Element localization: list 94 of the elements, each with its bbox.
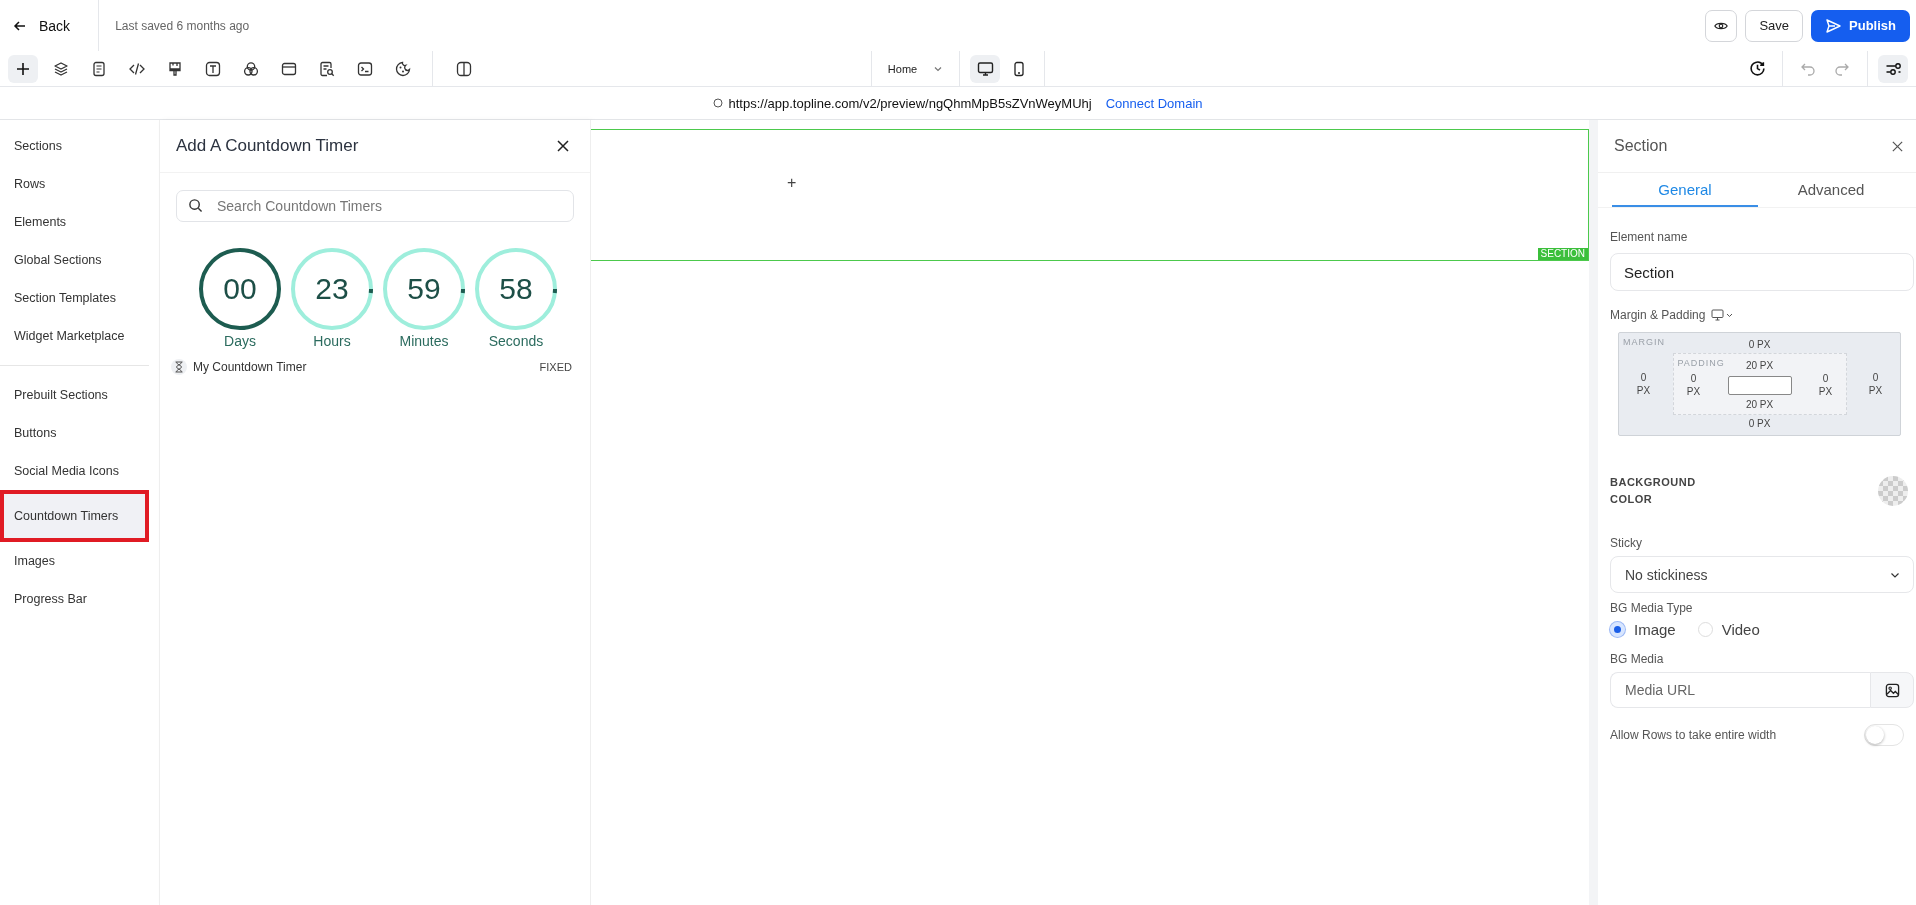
toggle-label: Allow Rows to take entire width (1610, 728, 1777, 742)
close-icon (556, 139, 570, 153)
clock-icon (1748, 60, 1766, 77)
sidebar-item[interactable]: Buttons (0, 414, 159, 452)
margin-left-value[interactable]: 0 (1640, 372, 1647, 383)
columns-icon (456, 60, 472, 77)
window-icon (281, 60, 297, 77)
sidebar-item[interactable]: Elements (0, 203, 159, 241)
panel-tab[interactable]: General (1612, 173, 1758, 207)
sidebar-item[interactable]: Images (0, 542, 159, 580)
sidebar-item[interactable]: Prebuilt Sections (0, 376, 159, 414)
margin-label: MARGIN (1623, 337, 1665, 347)
section-tag: SECTION (1537, 248, 1588, 260)
timer-name[interactable]: My Countdown Timer (193, 360, 534, 374)
document-search-icon (319, 60, 335, 77)
last-saved-text: Last saved 6 months ago (115, 18, 250, 33)
plus-icon (15, 60, 31, 77)
padding-right-value[interactable]: 0 (1822, 373, 1829, 384)
layers-icon (53, 60, 69, 77)
sidebar-item[interactable]: Global Sections (0, 241, 159, 279)
search-field[interactable]: Search Countdown Timers (176, 190, 574, 222)
image-picker-button[interactable] (1870, 672, 1914, 708)
document-icon (91, 60, 107, 77)
media-url-field[interactable]: Media URL (1610, 672, 1870, 708)
timer-unit-label: Seconds (488, 333, 544, 349)
desktop-icon (976, 60, 994, 77)
sidebar-item[interactable]: Section Templates (0, 279, 159, 317)
save-button[interactable]: Save (1745, 9, 1804, 42)
sidebar-item[interactable]: Progress Bar (0, 580, 159, 618)
timer-value: 59 (407, 272, 441, 306)
desktop-view-button[interactable] (970, 54, 1001, 83)
preview-button[interactable] (1705, 9, 1738, 42)
timer-type: FIXED (539, 361, 572, 373)
panel-tab[interactable]: Advanced (1758, 173, 1904, 207)
cookie-icon (395, 60, 411, 77)
full-width-toggle[interactable] (1864, 724, 1904, 746)
sidebar-item[interactable]: Sections (0, 127, 159, 165)
timer-value: 00 (223, 272, 257, 306)
timer-value: 58 (499, 272, 533, 306)
field-label: Element name (1610, 230, 1689, 244)
field-label: BG Media Type (1610, 601, 1694, 615)
element-name-field[interactable]: Section (1610, 253, 1914, 291)
padding-label: PADDING (1677, 358, 1725, 368)
padding-left-value[interactable]: 0 (1690, 373, 1697, 384)
page-dropdown[interactable]: Home (879, 62, 952, 75)
add-row-button[interactable]: + (787, 174, 797, 192)
publish-button[interactable]: Publish (1811, 9, 1910, 42)
circles-icon (243, 60, 259, 77)
connect-domain-link[interactable]: Connect Domain (1105, 95, 1203, 111)
text-icon (205, 60, 221, 77)
margin-top-value[interactable]: 0 PX (1748, 339, 1771, 350)
sticky-dropdown[interactable]: No stickiness (1610, 556, 1914, 593)
margin-bottom-value[interactable]: 0 PX (1748, 418, 1771, 429)
media-type-radio[interactable]: Image (1610, 621, 1676, 638)
unit-label: PX (1868, 385, 1883, 396)
margin-right-value[interactable]: 0 (1872, 372, 1879, 383)
sliders-icon (1884, 60, 1902, 77)
field-label: BG Media (1610, 652, 1665, 666)
transparent-swatch[interactable] (1878, 476, 1908, 506)
background-color-label: BACKGROUND COLOR (1610, 475, 1697, 507)
content-box (1727, 375, 1792, 395)
sidebar-item[interactable]: Widget Marketplace (0, 317, 159, 355)
send-icon (1825, 17, 1842, 34)
image-icon (1884, 682, 1900, 698)
preview-url: https://app.topline.com/v2/preview/ngQhmMpB5sZVnWeyMUhj (728, 95, 1092, 111)
paint-brush-icon (167, 60, 183, 77)
close-icon (1890, 139, 1904, 153)
arrow-left-icon (13, 18, 27, 33)
media-type-radio[interactable]: Video (1697, 621, 1760, 638)
timer-value: 23 (315, 272, 349, 306)
globe-icon (713, 98, 724, 108)
panel-title: Section (1614, 137, 1668, 155)
drawer-title: Add A Countdown Timer (176, 136, 359, 156)
timer-unit-label: Hours (313, 333, 351, 349)
sidebar-item[interactable]: Countdown Timers (0, 490, 149, 542)
terminal-icon (357, 60, 373, 77)
section-outline[interactable]: + SECTION (591, 129, 1589, 261)
field-label: Sticky (1610, 536, 1643, 550)
hourglass-icon (171, 359, 187, 375)
field-label: Margin & Padding (1610, 308, 1706, 322)
timer-unit-label: Days (224, 333, 256, 349)
unit-label: PX (1636, 385, 1651, 396)
padding-bottom-value[interactable]: 20 PX (1745, 399, 1774, 410)
search-icon (188, 198, 203, 213)
padding-top-value[interactable]: 20 PX (1745, 360, 1774, 371)
code-icon (129, 60, 145, 77)
sidebar-item[interactable]: Rows (0, 165, 159, 203)
back-button[interactable]: Back (13, 13, 71, 38)
sidebar-item[interactable]: Social Media Icons (0, 452, 159, 490)
add-element-button[interactable] (8, 54, 38, 83)
unit-label: PX (1686, 386, 1701, 397)
unit-label: PX (1818, 386, 1833, 397)
settings-button[interactable] (1878, 54, 1908, 83)
timer-unit-label: Minutes (399, 333, 449, 349)
